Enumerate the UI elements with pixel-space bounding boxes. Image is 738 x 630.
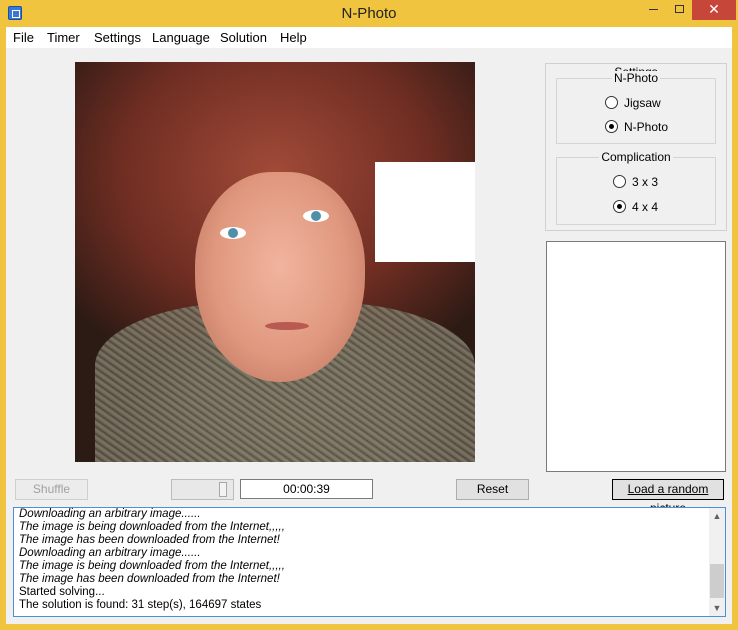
- log-line: Downloading an arbitrary image......: [19, 508, 201, 520]
- photo-eye: [220, 227, 246, 239]
- empty-tile[interactable]: [375, 162, 475, 262]
- menu-settings[interactable]: Settings: [94, 30, 141, 45]
- mode-group-legend: N-Photo: [611, 71, 661, 85]
- reset-button[interactable]: Reset: [456, 479, 529, 500]
- speed-slider[interactable]: [171, 479, 234, 500]
- timer-display: 00:00:39: [240, 479, 373, 499]
- client-area: File Timer Settings Language Solution He…: [6, 27, 732, 624]
- radio-nphoto-label: N-Photo: [624, 120, 669, 134]
- scroll-thumb[interactable]: [710, 564, 724, 598]
- radio-4x4-circle[interactable]: [613, 200, 626, 213]
- log-scrollbar[interactable]: ▲ ▼: [709, 508, 725, 616]
- log-line: Started solving...: [19, 586, 105, 598]
- radio-nphoto-circle[interactable]: [605, 120, 618, 133]
- close-button[interactable]: ✕: [692, 0, 736, 20]
- log-lines: Downloading an arbitrary image...... The…: [19, 508, 709, 612]
- window-title: N-Photo: [341, 5, 397, 22]
- log-line: The solution is found: 31 step(s), 16469…: [19, 599, 262, 611]
- photo-mouth: [265, 322, 309, 330]
- minimize-icon: [648, 9, 658, 11]
- minimize-button[interactable]: [640, 0, 666, 20]
- puzzle-board[interactable]: [75, 62, 475, 462]
- menu-language[interactable]: Language: [152, 30, 210, 45]
- menu-bar: File Timer Settings Language Solution He…: [6, 27, 732, 48]
- maximize-icon: [674, 5, 684, 13]
- log-line: The image has been downloaded from the I…: [19, 573, 280, 585]
- radio-jigsaw-label: Jigsaw: [624, 96, 661, 110]
- shuffle-button[interactable]: Shuffle: [15, 479, 88, 500]
- radio-4x4-label: 4 x 4: [632, 200, 659, 214]
- radio-3x3-circle[interactable]: [613, 175, 626, 188]
- log-line: The image is being downloaded from the I…: [19, 521, 285, 533]
- radio-3x3-label: 3 x 3: [632, 175, 659, 189]
- scroll-down-icon[interactable]: ▼: [709, 600, 725, 616]
- slider-thumb[interactable]: [219, 482, 227, 497]
- photo-eye: [303, 210, 329, 222]
- settings-panel: Settings N-Photo Jigsaw N-Photo Complica…: [545, 63, 727, 231]
- complication-group-legend: Complication: [599, 150, 673, 164]
- preview-box: [546, 241, 726, 472]
- close-icon: ✕: [708, 1, 720, 17]
- log-textbox[interactable]: Downloading an arbitrary image...... The…: [13, 507, 726, 617]
- menu-solution[interactable]: Solution: [220, 30, 267, 45]
- photo-face: [195, 172, 365, 382]
- radio-jigsaw-circle[interactable]: [605, 96, 618, 109]
- complication-group: Complication 3 x 3 4 x 4: [556, 150, 716, 225]
- menu-timer[interactable]: Timer: [47, 30, 80, 45]
- menu-help[interactable]: Help: [280, 30, 307, 45]
- scroll-up-icon[interactable]: ▲: [709, 508, 725, 524]
- maximize-button[interactable]: [666, 0, 692, 20]
- mode-group: N-Photo Jigsaw N-Photo: [556, 71, 716, 144]
- log-line: The image is being downloaded from the I…: [19, 560, 285, 572]
- menu-file[interactable]: File: [13, 30, 34, 45]
- title-bar[interactable]: N-Photo ✕: [0, 0, 738, 27]
- log-line: The image has been downloaded from the I…: [19, 534, 280, 546]
- log-line: Downloading an arbitrary image......: [19, 547, 201, 559]
- load-random-picture-button[interactable]: Load a random picture: [612, 479, 724, 515]
